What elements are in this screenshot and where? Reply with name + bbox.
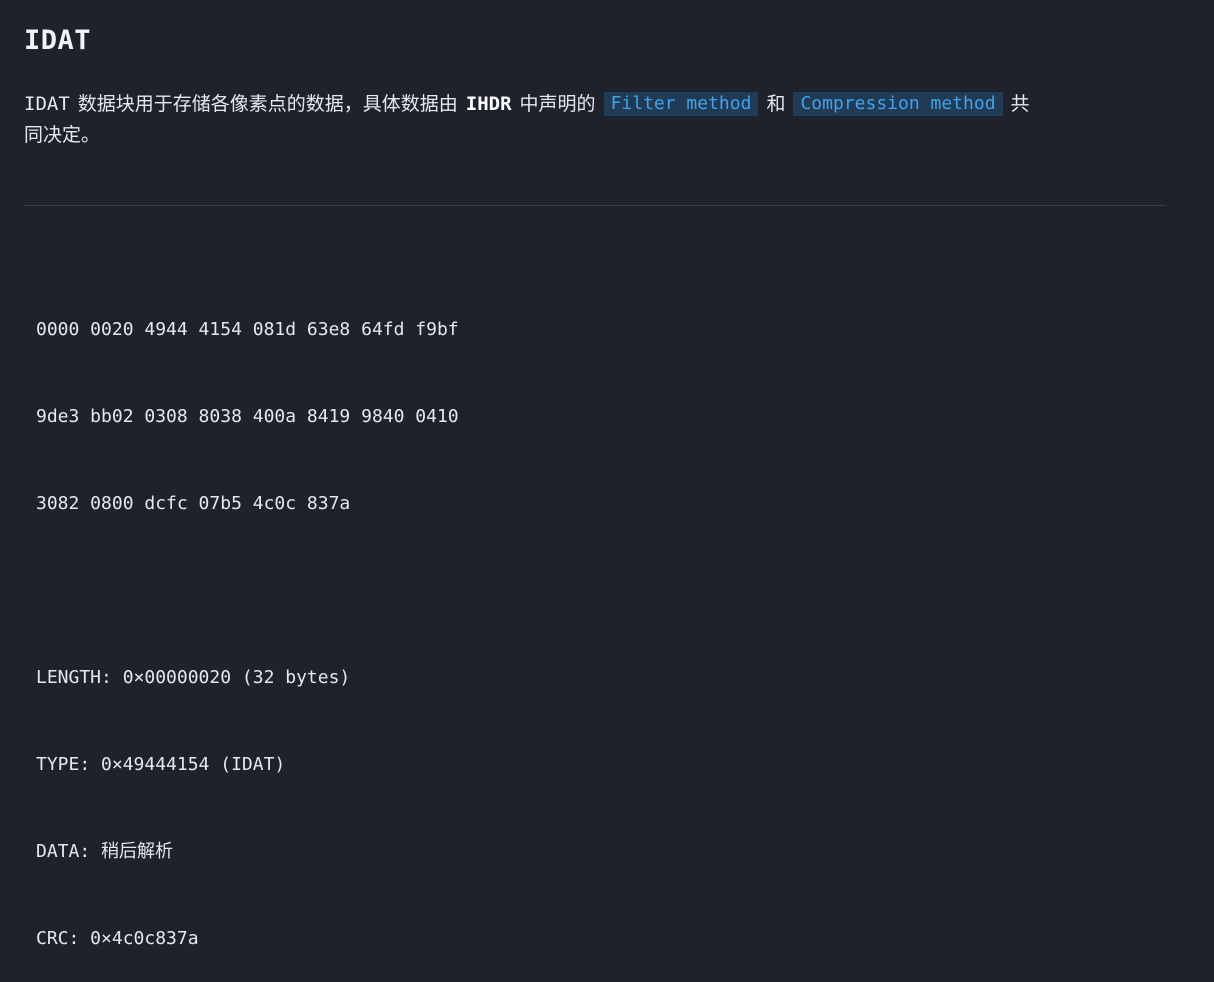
paragraph-prefix: IDAT <box>24 93 70 115</box>
length-field: LENGTH: 0×00000020 (32 bytes) <box>36 667 351 688</box>
filter-method-code: Filter method <box>603 92 759 116</box>
paragraph-line-2: 同决定。 <box>24 125 101 146</box>
hex-line: 3082 0800 dcfc 07b5 4c0c 837a <box>36 493 351 514</box>
paragraph-text-c: 共 <box>1010 94 1030 115</box>
data-field: DATA: 稍后解析 <box>36 841 174 862</box>
type-field: TYPE: 0×49444154 (IDAT) <box>36 754 286 775</box>
hex-line: 0000 0020 4944 4154 081d 63e8 64fd f9bf <box>36 319 459 340</box>
paragraph-conjunction: 和 <box>766 94 786 115</box>
description-paragraph: IDAT 数据块用于存储各像素点的数据，具体数据由 IHDR 中声明的 Filter m… <box>24 89 1174 151</box>
ihdr-keyword: IHDR <box>465 93 512 115</box>
paragraph-text-a: 数据块用于存储各像素点的数据，具体数据由 <box>77 94 458 115</box>
section-divider <box>24 205 1166 206</box>
section-heading: IDAT <box>24 25 92 56</box>
crc-field: CRC: 0×4c0c837a <box>36 928 199 949</box>
hex-line: 9de3 bb02 0308 8038 400a 8419 9840 0410 <box>36 406 459 427</box>
hex-code-block: 0000 0020 4944 4154 081d 63e8 64fd f9bf … <box>36 257 459 982</box>
paragraph-text-b: 中声明的 <box>519 94 596 115</box>
compression-method-code: Compression method <box>793 92 1003 116</box>
